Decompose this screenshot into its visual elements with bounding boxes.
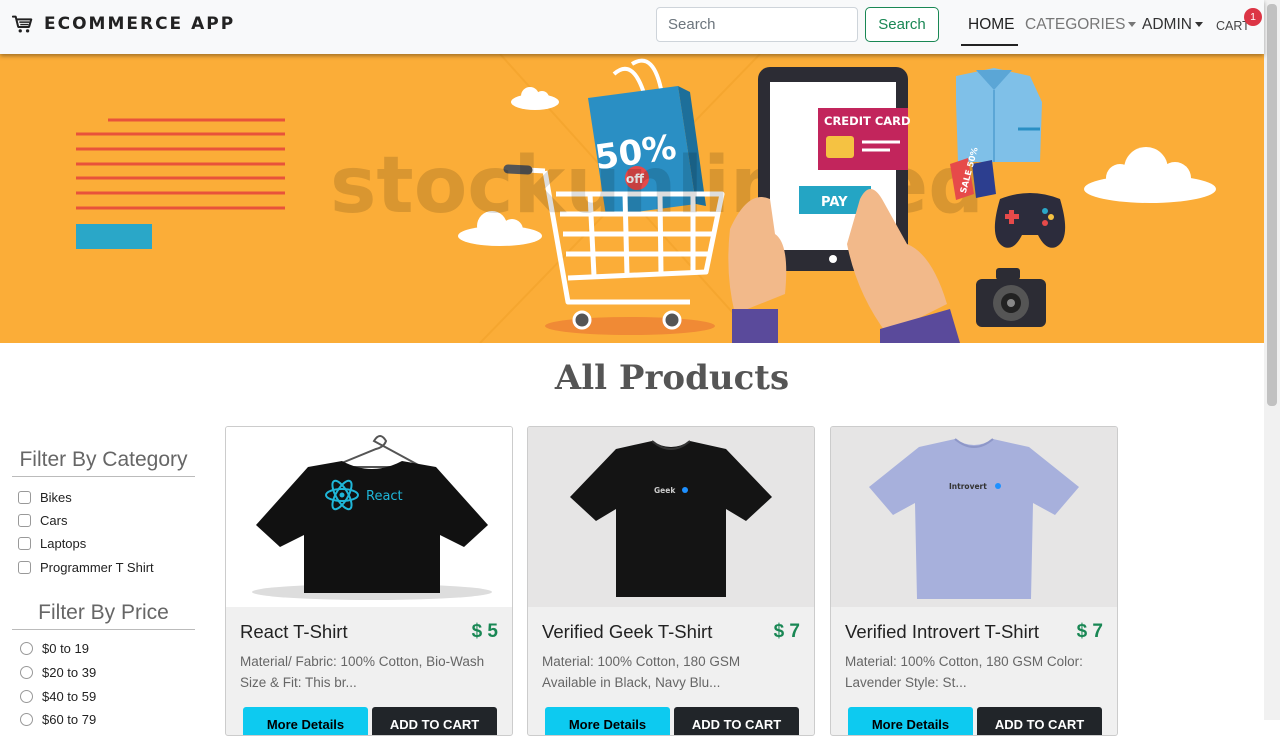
- product-card: React React T-Shirt $ 5 Material/ Fabric…: [225, 426, 513, 736]
- search-input[interactable]: Search: [656, 7, 858, 42]
- product-description: Material/ Fabric: 100% Cotton, Bio-Wash …: [240, 651, 504, 693]
- category-label: Bikes: [40, 490, 72, 505]
- tshirt-body: [869, 439, 1079, 599]
- more-details-button[interactable]: More Details: [243, 707, 368, 735]
- camera-illustration: [976, 268, 1046, 327]
- product-name[interactable]: Verified Introvert T-Shirt: [845, 621, 1039, 643]
- nav-categories-dropdown[interactable]: CATEGORIES: [1025, 16, 1137, 34]
- description-line: Material: 100% Cotton, 180 GSM Color:: [845, 654, 1083, 669]
- top-navbar: ECOMMERCE APP Search Search HOME CATEGOR…: [0, 0, 1264, 54]
- tshirt-image: Geek: [570, 440, 772, 597]
- category-option-bikes[interactable]: Bikes: [18, 490, 72, 505]
- cart-count-badge: 1: [1244, 8, 1262, 26]
- product-card: Introvert Verified Introvert T-Shirt $ 7…: [830, 426, 1118, 736]
- tshirt-body: [256, 461, 488, 593]
- tshirt-body: [570, 441, 772, 597]
- description-line: Material/ Fabric: 100% Cotton, Bio-Wash: [240, 654, 485, 669]
- radio-button[interactable]: [20, 690, 33, 703]
- tshirt-image: React: [252, 435, 492, 600]
- product-description: Material: 100% Cotton, 180 GSM Color: La…: [845, 651, 1109, 693]
- svg-text:CREDIT CARD: CREDIT CARD: [824, 114, 911, 128]
- product-image[interactable]: Introvert: [831, 427, 1117, 607]
- banner-illustration: 50% off stockunlimited CREDIT CARD PAY S…: [76, 54, 1216, 343]
- price-option-20-39[interactable]: $20 to 39: [20, 665, 96, 680]
- price-option-40-59[interactable]: $40 to 59: [20, 689, 96, 704]
- description-line: Lavender Style: St...: [845, 675, 967, 690]
- checkbox[interactable]: [18, 491, 31, 504]
- product-description: Material: 100% Cotton, 180 GSM Available…: [542, 651, 806, 693]
- description-line: Size & Fit: This br...: [240, 675, 357, 690]
- tshirt-image: Introvert: [869, 438, 1079, 599]
- svg-text:PAY: PAY: [821, 195, 848, 210]
- filter-category-title: Filter By Category: [12, 448, 195, 477]
- nav-categories-label: CATEGORIES: [1025, 16, 1126, 33]
- category-label: Laptops: [40, 536, 87, 551]
- radio-button[interactable]: [20, 642, 33, 655]
- description-line: Available in Black, Navy Blu...: [542, 675, 721, 690]
- checkbox[interactable]: [18, 537, 31, 550]
- add-to-cart-button[interactable]: ADD TO CART: [674, 707, 799, 735]
- nav-home[interactable]: HOME: [968, 16, 1015, 34]
- hero-banner: 50% off stockunlimited CREDIT CARD PAY S…: [0, 54, 1264, 343]
- checkbox[interactable]: [18, 561, 31, 574]
- shirt-illustration: [956, 68, 1042, 162]
- svg-text:Introvert: Introvert: [949, 482, 987, 491]
- search-placeholder: Search: [668, 16, 716, 33]
- product-card: Geek Verified Geek T-Shirt $ 7 Material:…: [527, 426, 815, 736]
- radio-button[interactable]: [20, 666, 33, 679]
- price-label: $40 to 59: [42, 689, 97, 704]
- svg-text:React: React: [366, 489, 403, 504]
- add-to-cart-button[interactable]: ADD TO CART: [372, 707, 497, 735]
- shopping-cart-icon: [12, 15, 33, 33]
- category-option-cars[interactable]: Cars: [18, 513, 67, 528]
- gamepad-illustration: [994, 193, 1066, 248]
- svg-text:Geek: Geek: [654, 486, 676, 495]
- brand-name: ECOMMERCE APP: [44, 14, 236, 34]
- price-option-0-19[interactable]: $0 to 19: [20, 641, 89, 656]
- description-line: Material: 100% Cotton, 180 GSM: [542, 654, 741, 669]
- category-option-programmer-t-shirt[interactable]: Programmer T Shirt: [18, 560, 154, 575]
- page-title: All Products: [554, 358, 790, 398]
- nav-admin-dropdown[interactable]: ADMIN: [1142, 16, 1203, 34]
- nav-admin-label: ADMIN: [1142, 16, 1192, 33]
- product-image[interactable]: Geek: [528, 427, 814, 607]
- price-label: $0 to 19: [42, 641, 89, 656]
- add-to-cart-button[interactable]: ADD TO CART: [977, 707, 1102, 735]
- category-option-laptops[interactable]: Laptops: [18, 536, 86, 551]
- chevron-down-icon: [1194, 22, 1203, 28]
- more-details-button[interactable]: More Details: [545, 707, 670, 735]
- more-details-button[interactable]: More Details: [848, 707, 973, 735]
- product-price: $ 7: [1076, 621, 1103, 642]
- category-label: Programmer T Shirt: [40, 560, 154, 575]
- product-price: $ 5: [471, 621, 498, 642]
- checkbox[interactable]: [18, 514, 31, 527]
- product-name[interactable]: React T-Shirt: [240, 621, 348, 643]
- active-indicator: [961, 44, 1018, 46]
- filter-price-title: Filter By Price: [12, 601, 195, 630]
- price-label: $20 to 39: [42, 665, 97, 680]
- banner-blue-block: [76, 224, 152, 249]
- scrollbar-thumb[interactable]: [1267, 4, 1277, 406]
- chevron-down-icon: [1128, 22, 1137, 28]
- product-image[interactable]: React: [226, 427, 512, 607]
- brand[interactable]: ECOMMERCE APP: [12, 13, 235, 35]
- product-name[interactable]: Verified Geek T-Shirt: [542, 621, 712, 643]
- product-price: $ 7: [773, 621, 800, 642]
- search-button[interactable]: Search: [865, 7, 939, 42]
- category-label: Cars: [40, 513, 68, 528]
